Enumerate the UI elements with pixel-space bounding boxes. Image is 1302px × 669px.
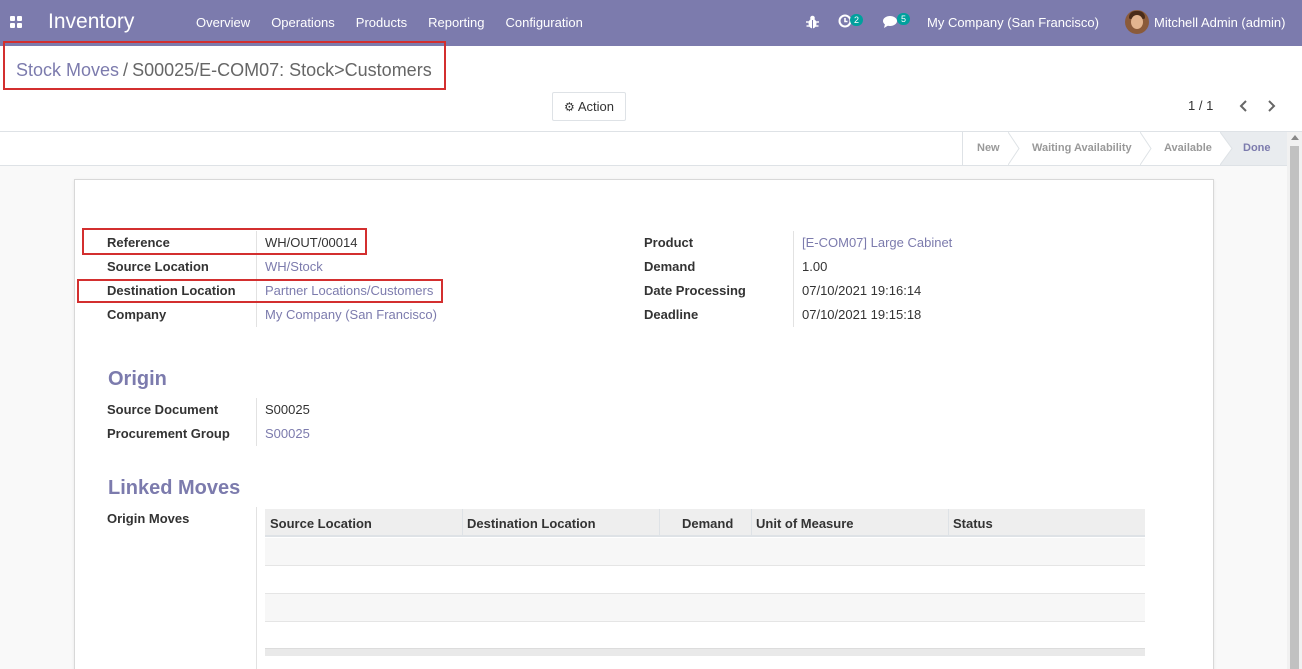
highlight-box-destination [77, 279, 443, 303]
column-unit-of-measure[interactable]: Unit of Measure [756, 516, 854, 531]
linked-moves-section-title: Linked Moves [108, 477, 241, 499]
table-row [265, 566, 1145, 594]
apps-grid-icon[interactable] [10, 16, 23, 29]
product-link[interactable]: [E-COM07] Large Cabinet [802, 235, 952, 250]
activity-count-badge: 2 [850, 14, 864, 26]
column-status[interactable]: Status [953, 516, 993, 531]
company-label: Company [107, 307, 167, 322]
table-row [265, 621, 1145, 649]
table-row [265, 594, 1145, 622]
action-button-label: Action [577, 99, 614, 114]
source-document-label: Source Document [107, 402, 219, 417]
menu-item-reporting[interactable]: Reporting [428, 15, 484, 30]
origin-section-title: Origin [108, 368, 167, 390]
column-divider [462, 509, 463, 537]
main-menu: Overview Operations Products Reporting C… [196, 15, 604, 30]
stage-arrow [1008, 132, 1020, 165]
company-link[interactable]: My Company (San Francisco) [265, 307, 437, 322]
table-header: Source Location Destination Location Dem… [265, 509, 1145, 537]
demand-value: 1.00 [802, 259, 828, 274]
procurement-group-label: Procurement Group [107, 426, 230, 441]
stage-arrow [1140, 132, 1152, 165]
pager-previous-icon[interactable] [1239, 100, 1249, 112]
date-processing-label: Date Processing [644, 283, 746, 298]
demand-label: Demand [644, 259, 696, 274]
product-label: Product [644, 235, 694, 250]
highlight-box-reference [82, 228, 367, 255]
procurement-group-link[interactable]: S00025 [265, 426, 310, 441]
deadline-value: 07/10/2021 19:15:18 [802, 307, 922, 322]
scrollbar-thumb[interactable] [1290, 146, 1299, 669]
pager-next-icon[interactable] [1266, 100, 1276, 112]
field-divider [793, 231, 794, 327]
column-divider [948, 509, 949, 537]
scroll-up-icon[interactable] [1291, 135, 1299, 140]
table-row [265, 538, 1145, 566]
field-divider [256, 398, 257, 446]
app-title[interactable]: Inventory [48, 10, 134, 34]
table-footer [265, 648, 1145, 656]
menu-item-operations[interactable]: Operations [271, 15, 335, 30]
action-button[interactable]: ⚙ Action [552, 92, 626, 121]
avatar[interactable] [1125, 10, 1149, 34]
column-source-location[interactable]: Source Location [270, 516, 372, 531]
highlight-box-breadcrumb [3, 41, 446, 90]
stage-waiting-availability: Waiting Availability [1032, 142, 1132, 154]
field-divider [256, 507, 257, 669]
company-switcher[interactable]: My Company (San Francisco) [927, 15, 1099, 30]
stage-available: Available [1164, 142, 1212, 154]
menu-item-products[interactable]: Products [356, 15, 407, 30]
column-destination-location[interactable]: Destination Location [467, 516, 596, 531]
bug-icon[interactable] [806, 15, 819, 29]
column-demand[interactable]: Demand [682, 516, 733, 531]
gear-icon: ⚙ [564, 99, 575, 114]
origin-moves-label: Origin Moves [107, 511, 190, 526]
source-location-link[interactable]: WH/Stock [265, 259, 323, 274]
control-panel: Stock Moves / S00025/E-COM07: Stock>Custom… [0, 41, 1302, 132]
top-navbar: Inventory Overview Operations Products R… [0, 0, 1302, 46]
source-document-value: S00025 [265, 402, 310, 417]
stage-divider [962, 132, 963, 165]
column-divider [659, 509, 660, 537]
pager-value[interactable]: 1 / 1 [1188, 98, 1213, 113]
scrollbar[interactable] [1287, 132, 1302, 669]
stage-arrow [1220, 132, 1233, 165]
status-bar: New Waiting Availability Available Done [0, 132, 1302, 166]
date-processing-value: 07/10/2021 19:16:14 [802, 283, 922, 298]
messages-count-badge: 5 [897, 13, 911, 25]
menu-item-configuration[interactable]: Configuration [505, 15, 582, 30]
source-location-label: Source Location [107, 259, 209, 274]
column-divider [751, 509, 752, 537]
user-menu[interactable]: Mitchell Admin (admin) [1154, 15, 1286, 30]
deadline-label: Deadline [644, 307, 699, 322]
stage-new: New [977, 142, 1000, 154]
menu-item-overview[interactable]: Overview [196, 15, 250, 30]
